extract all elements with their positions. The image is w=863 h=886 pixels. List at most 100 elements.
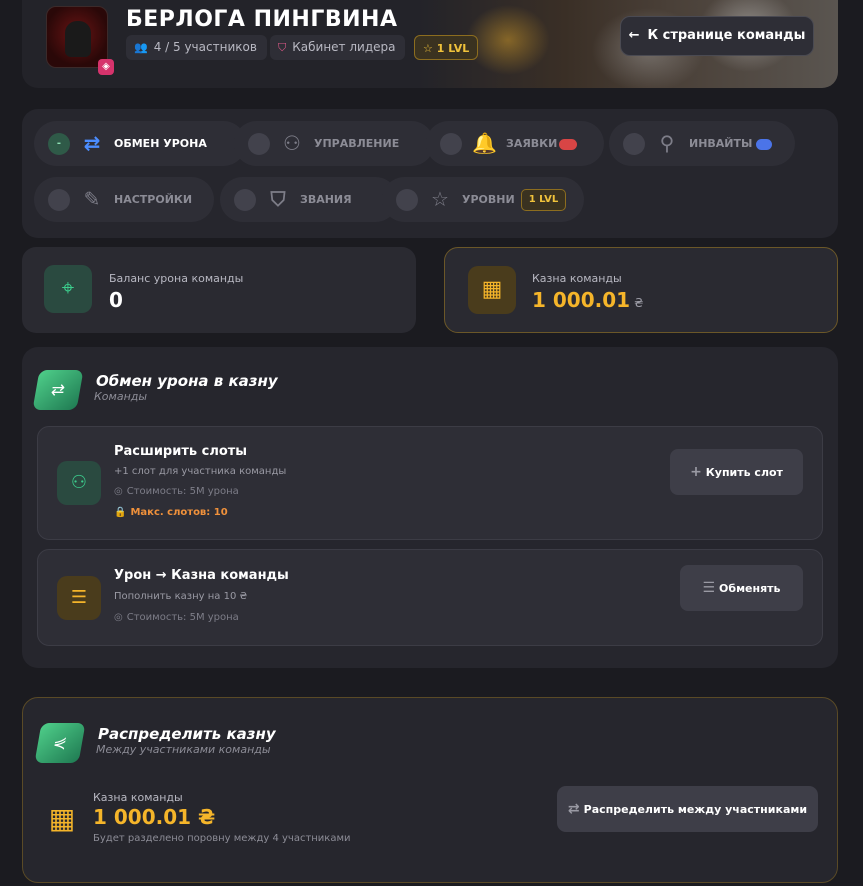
exchange-panel: ⇄ Обмен урона в казну Команды ⚇ Расширит… bbox=[22, 347, 838, 668]
swap-cost: ◎ Стоимость: 5M урона bbox=[114, 612, 239, 623]
tab-settings[interactable]: ✎ НАСТРОЙКИ bbox=[34, 177, 214, 222]
star-icon: ☆ bbox=[423, 42, 433, 55]
distribute-button[interactable]: ⇄ Распределить между участниками bbox=[557, 786, 818, 832]
members-chip: 👥 4 / 5 участников bbox=[126, 35, 267, 60]
exchange-icon: ⇄ bbox=[567, 801, 580, 817]
tab-label-wrap: ЗАЯВКИ bbox=[506, 121, 578, 166]
slots-description: +1 слот для участника команды bbox=[114, 466, 287, 477]
avatar-figure bbox=[65, 21, 91, 57]
shield-icon: ⛉ bbox=[278, 41, 287, 54]
distribute-subtitle: Между участниками команды bbox=[96, 743, 271, 756]
shield-icon: ⛉ bbox=[270, 187, 286, 211]
distribute-button-label: Распределить между участниками bbox=[583, 803, 808, 816]
tab-label: УРОВНИ bbox=[462, 193, 515, 206]
users-icon: 👥 bbox=[134, 41, 148, 54]
treasury-value: 1 000.01 bbox=[532, 288, 631, 312]
cabinet-label: Кабинет лидера bbox=[292, 40, 396, 54]
distribute-treasury-label: Казна команды bbox=[93, 791, 183, 804]
coins-icon: ☰ bbox=[57, 576, 101, 620]
tab-label: НАСТРОЙКИ bbox=[114, 193, 193, 206]
exchange-subtitle: Команды bbox=[94, 390, 148, 403]
slots-cost: ◎ Стоимость: 5M урона bbox=[114, 486, 239, 497]
notification-badge bbox=[559, 138, 578, 150]
treasury-label: Казна команды bbox=[532, 272, 622, 285]
level-label: 1 LVL bbox=[436, 42, 470, 55]
team-name: БЕРЛОГА ПИНГВИНА bbox=[126, 7, 398, 32]
share-icon: ⋞ bbox=[34, 723, 86, 763]
distribute-panel: ⋞ Распределить казну Между участниками к… bbox=[22, 697, 838, 883]
tab-invites[interactable]: ⚲ ИНВАЙТЫ bbox=[609, 121, 795, 166]
distribute-treasury-value: 1 000.01 ₴ bbox=[93, 805, 216, 829]
lock-icon: 🔒 bbox=[114, 507, 127, 518]
slots-cost-text: Стоимость: 5M урона bbox=[126, 486, 239, 497]
target-icon: ◎ bbox=[114, 486, 123, 497]
crosshair-icon: ⌖ bbox=[44, 265, 92, 313]
tab-dot bbox=[48, 189, 70, 211]
users-icon: ⚇ bbox=[57, 461, 101, 505]
exchange-icon: ⇄ bbox=[83, 131, 101, 155]
tab-management[interactable]: ⚇ УПРАВЛЕНИЕ bbox=[234, 121, 434, 166]
tab-levels[interactable]: ☆ УРОВНИ 1 LVL bbox=[382, 177, 584, 222]
swap-title: Урон → Казна команды bbox=[114, 568, 289, 583]
currency-symbol: ₴ bbox=[634, 296, 644, 310]
bell-icon: 🔔 bbox=[472, 131, 497, 155]
damage-to-treasury-item: ☰ Урон → Казна команды Пополнить казну н… bbox=[37, 549, 823, 646]
tab-requests[interactable]: 🔔 ЗАЯВКИ bbox=[426, 121, 604, 166]
notification-badge bbox=[756, 138, 773, 150]
back-to-team-button[interactable]: ← К странице команды bbox=[620, 16, 814, 56]
tab-label: УПРАВЛЕНИЕ bbox=[314, 137, 400, 150]
exchange-icon: ⇄ bbox=[32, 370, 84, 410]
slots-max-text: Макс. слотов: 10 bbox=[130, 507, 228, 518]
swap-cost-text: Стоимость: 5M урона bbox=[126, 612, 239, 623]
tab-ranks[interactable]: ⛉ ЗВАНИЯ bbox=[220, 177, 398, 222]
exchange-title: Обмен урона в казну bbox=[96, 372, 278, 390]
tab-exchange[interactable]: - ⇄ ОБМЕН УРОНА bbox=[34, 121, 246, 166]
tab-label: ИНВАЙТЫ bbox=[689, 137, 753, 150]
cabinet-chip: ⛉ Кабинет лидера bbox=[270, 35, 406, 60]
balance-value: 0 bbox=[109, 288, 123, 312]
distribute-note: Будет разделено поровну между 4 участник… bbox=[93, 833, 351, 844]
distribute-title: Распределить казну bbox=[98, 725, 276, 743]
swap-description: Пополнить казну на 10 ₴ bbox=[114, 591, 248, 602]
treasury-value-wrap: 1 000.01 ₴ bbox=[532, 288, 643, 312]
slots-title: Расширить слоты bbox=[114, 444, 248, 459]
team-avatar: ◈ bbox=[46, 6, 114, 75]
exchange-button-label: Обменять bbox=[719, 582, 781, 595]
buy-slot-label: Купить слот bbox=[705, 466, 783, 479]
treasury-card: ▦ Казна команды 1 000.01 ₴ bbox=[444, 247, 838, 333]
users-icon: ⚇ bbox=[283, 131, 301, 155]
level-badge: 1 LVL bbox=[520, 189, 567, 211]
star-icon: ☆ bbox=[431, 187, 449, 211]
members-count: 4 / 5 участников bbox=[153, 40, 257, 54]
tab-label-wrap: ИНВАЙТЫ bbox=[689, 121, 773, 166]
building-icon: ▦ bbox=[468, 266, 516, 314]
level-badge: ☆ 1 LVL bbox=[414, 35, 479, 60]
back-button-label: К странице команды bbox=[647, 28, 806, 43]
team-header: ◈ БЕРЛОГА ПИНГВИНА 👥 4 / 5 участников ⛉ Ка… bbox=[22, 0, 838, 88]
tab-dot: - bbox=[48, 133, 70, 155]
slots-max: 🔒 Макс. слотов: 10 bbox=[114, 507, 228, 518]
arrow-left-icon: ← bbox=[628, 28, 640, 43]
buy-slot-button[interactable]: + Купить слот bbox=[670, 449, 803, 495]
coins-icon: ☰ bbox=[702, 580, 716, 596]
exchange-button[interactable]: ☰ Обменять bbox=[680, 565, 803, 611]
balance-label: Баланс урона команды bbox=[109, 272, 244, 285]
leader-badge-icon: ◈ bbox=[98, 59, 114, 75]
user-plus-icon: ⚲ bbox=[659, 131, 675, 155]
building-icon: ▦ bbox=[48, 802, 76, 835]
tab-dot bbox=[396, 189, 418, 211]
edit-icon: ✎ bbox=[83, 187, 101, 211]
damage-balance-card: ⌖ Баланс урона команды 0 bbox=[22, 247, 416, 333]
target-icon: ◎ bbox=[114, 612, 123, 623]
tab-label: ЗВАНИЯ bbox=[300, 193, 352, 206]
tab-label-wrap: УРОВНИ 1 LVL bbox=[462, 177, 567, 222]
expand-slots-item: ⚇ Расширить слоты +1 слот для участника … bbox=[37, 426, 823, 540]
tab-dot bbox=[440, 133, 462, 155]
tab-dot bbox=[234, 189, 256, 211]
tab-label: ОБМЕН УРОНА bbox=[114, 137, 207, 150]
plus-icon: + bbox=[690, 464, 702, 480]
tabs-panel: - ⇄ ОБМЕН УРОНА ⚇ УПРАВЛЕНИЕ 🔔 ЗАЯВКИ ⚲ … bbox=[22, 109, 838, 238]
tab-label: ЗАЯВКИ bbox=[506, 137, 558, 150]
tab-dot bbox=[248, 133, 270, 155]
tab-dot bbox=[623, 133, 645, 155]
